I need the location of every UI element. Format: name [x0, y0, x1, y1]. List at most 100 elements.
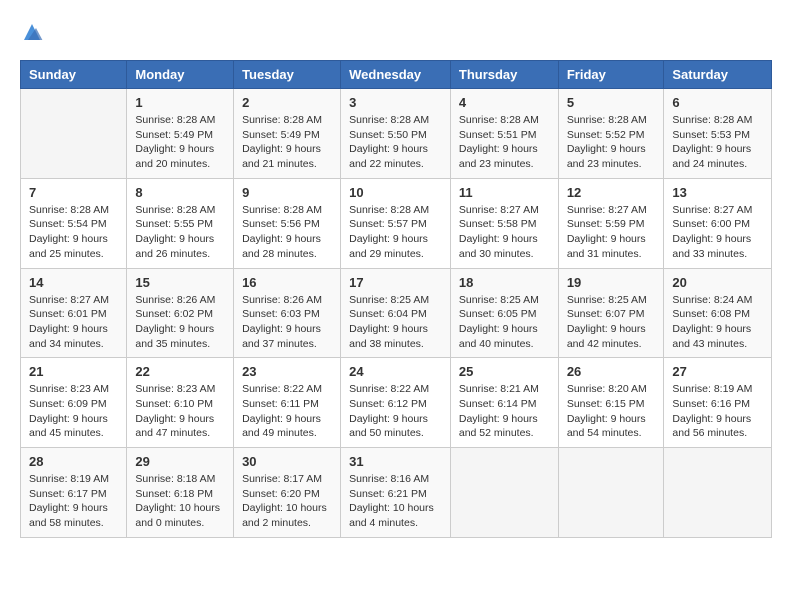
- day-info: Sunrise: 8:18 AMSunset: 6:18 PMDaylight:…: [135, 472, 225, 531]
- calendar-day-cell: 27Sunrise: 8:19 AMSunset: 6:16 PMDayligh…: [664, 358, 772, 448]
- day-info: Sunrise: 8:28 AMSunset: 5:53 PMDaylight:…: [672, 113, 763, 172]
- day-number: 23: [242, 364, 332, 379]
- day-info: Sunrise: 8:28 AMSunset: 5:49 PMDaylight:…: [242, 113, 332, 172]
- day-info: Sunrise: 8:28 AMSunset: 5:52 PMDaylight:…: [567, 113, 656, 172]
- day-number: 11: [459, 185, 550, 200]
- day-info: Sunrise: 8:27 AMSunset: 6:00 PMDaylight:…: [672, 203, 763, 262]
- calendar-day-cell: [558, 448, 664, 538]
- day-info: Sunrise: 8:28 AMSunset: 5:54 PMDaylight:…: [29, 203, 118, 262]
- day-info: Sunrise: 8:28 AMSunset: 5:49 PMDaylight:…: [135, 113, 225, 172]
- calendar-week-row: 7 Sunrise: 8:28 AMSunset: 5:54 PMDaylight…: [21, 178, 772, 268]
- calendar-day-cell: 4Sunrise: 8:28 AMSunset: 5:51 PMDaylight…: [450, 89, 558, 179]
- weekday-header: Monday: [127, 61, 234, 89]
- day-number: 16: [242, 275, 332, 290]
- day-number: 28: [29, 454, 118, 469]
- day-info: Sunrise: 8:20 AMSunset: 6:15 PMDaylight:…: [567, 382, 656, 441]
- day-number: 25: [459, 364, 550, 379]
- calendar-day-cell: 18 Sunrise: 8:25 AMSunset: 6:05 PMDayligh…: [450, 268, 558, 358]
- calendar-week-row: 14 Sunrise: 8:27 AMSunset: 6:01 PMDayligh…: [21, 268, 772, 358]
- header-row: SundayMondayTuesdayWednesdayThursdayFrid…: [21, 61, 772, 89]
- day-number: 26: [567, 364, 656, 379]
- calendar-header: SundayMondayTuesdayWednesdayThursdayFrid…: [21, 61, 772, 89]
- day-number: 6: [672, 95, 763, 110]
- day-info: Sunrise: 8:28 AMSunset: 5:51 PMDaylight:…: [459, 113, 550, 172]
- calendar-day-cell: 31 Sunrise: 8:16 AMSunset: 6:21 PMDayligh…: [341, 448, 451, 538]
- day-number: 10: [349, 185, 442, 200]
- day-info: Sunrise: 8:19 AMSunset: 6:17 PMDaylight:…: [29, 472, 118, 531]
- day-number: 1: [135, 95, 225, 110]
- calendar-body: 1 Sunrise: 8:28 AMSunset: 5:49 PMDaylight…: [21, 89, 772, 538]
- day-info: Sunrise: 8:28 AMSunset: 5:55 PMDaylight:…: [135, 203, 225, 262]
- day-number: 12: [567, 185, 656, 200]
- page-header: [20, 20, 772, 44]
- day-number: 9: [242, 185, 332, 200]
- calendar-day-cell: [21, 89, 127, 179]
- day-info: Sunrise: 8:23 AMSunset: 6:10 PMDaylight:…: [135, 382, 225, 441]
- day-number: 15: [135, 275, 225, 290]
- calendar-day-cell: 10 Sunrise: 8:28 AMSunset: 5:57 PMDayligh…: [341, 178, 451, 268]
- calendar-day-cell: 22 Sunrise: 8:23 AMSunset: 6:10 PMDayligh…: [127, 358, 234, 448]
- calendar-table: SundayMondayTuesdayWednesdayThursdayFrid…: [20, 60, 772, 538]
- calendar-day-cell: 23 Sunrise: 8:22 AMSunset: 6:11 PMDayligh…: [234, 358, 341, 448]
- day-number: 22: [135, 364, 225, 379]
- day-number: 2: [242, 95, 332, 110]
- day-info: Sunrise: 8:27 AMSunset: 5:58 PMDaylight:…: [459, 203, 550, 262]
- calendar-day-cell: 13Sunrise: 8:27 AMSunset: 6:00 PMDayligh…: [664, 178, 772, 268]
- weekday-header: Thursday: [450, 61, 558, 89]
- weekday-header: Tuesday: [234, 61, 341, 89]
- weekday-header: Saturday: [664, 61, 772, 89]
- day-info: Sunrise: 8:27 AMSunset: 6:01 PMDaylight:…: [29, 293, 118, 352]
- day-number: 18: [459, 275, 550, 290]
- calendar-day-cell: 20 Sunrise: 8:24 AMSunset: 6:08 PMDayligh…: [664, 268, 772, 358]
- day-number: 14: [29, 275, 118, 290]
- day-number: 19: [567, 275, 656, 290]
- day-info: Sunrise: 8:25 AMSunset: 6:07 PMDaylight:…: [567, 293, 656, 352]
- calendar-day-cell: 28 Sunrise: 8:19 AMSunset: 6:17 PMDayligh…: [21, 448, 127, 538]
- day-info: Sunrise: 8:27 AMSunset: 5:59 PMDaylight:…: [567, 203, 656, 262]
- day-number: 30: [242, 454, 332, 469]
- calendar-day-cell: 24 Sunrise: 8:22 AMSunset: 6:12 PMDayligh…: [341, 358, 451, 448]
- day-number: 21: [29, 364, 118, 379]
- day-number: 24: [349, 364, 442, 379]
- day-info: Sunrise: 8:22 AMSunset: 6:12 PMDaylight:…: [349, 382, 442, 441]
- calendar-day-cell: 3 Sunrise: 8:28 AMSunset: 5:50 PMDaylight…: [341, 89, 451, 179]
- calendar-day-cell: 17Sunrise: 8:25 AMSunset: 6:04 PMDayligh…: [341, 268, 451, 358]
- day-number: 7: [29, 185, 118, 200]
- calendar-day-cell: 14 Sunrise: 8:27 AMSunset: 6:01 PMDayligh…: [21, 268, 127, 358]
- day-info: Sunrise: 8:24 AMSunset: 6:08 PMDaylight:…: [672, 293, 763, 352]
- day-info: Sunrise: 8:25 AMSunset: 6:04 PMDaylight:…: [349, 293, 442, 352]
- calendar-week-row: 28 Sunrise: 8:19 AMSunset: 6:17 PMDayligh…: [21, 448, 772, 538]
- day-info: Sunrise: 8:26 AMSunset: 6:02 PMDaylight:…: [135, 293, 225, 352]
- day-info: Sunrise: 8:28 AMSunset: 5:50 PMDaylight:…: [349, 113, 442, 172]
- weekday-header: Wednesday: [341, 61, 451, 89]
- day-info: Sunrise: 8:22 AMSunset: 6:11 PMDaylight:…: [242, 382, 332, 441]
- day-info: Sunrise: 8:25 AMSunset: 6:05 PMDaylight:…: [459, 293, 550, 352]
- day-info: Sunrise: 8:16 AMSunset: 6:21 PMDaylight:…: [349, 472, 442, 531]
- day-number: 5: [567, 95, 656, 110]
- day-number: 31: [349, 454, 442, 469]
- day-info: Sunrise: 8:28 AMSunset: 5:57 PMDaylight:…: [349, 203, 442, 262]
- day-info: Sunrise: 8:28 AMSunset: 5:56 PMDaylight:…: [242, 203, 332, 262]
- day-number: 29: [135, 454, 225, 469]
- calendar-day-cell: 12 Sunrise: 8:27 AMSunset: 5:59 PMDayligh…: [558, 178, 664, 268]
- day-info: Sunrise: 8:17 AMSunset: 6:20 PMDaylight:…: [242, 472, 332, 531]
- logo-icon: [20, 20, 44, 44]
- calendar-day-cell: 26 Sunrise: 8:20 AMSunset: 6:15 PMDayligh…: [558, 358, 664, 448]
- day-number: 20: [672, 275, 763, 290]
- day-number: 3: [349, 95, 442, 110]
- calendar-day-cell: 1 Sunrise: 8:28 AMSunset: 5:49 PMDaylight…: [127, 89, 234, 179]
- calendar-day-cell: 16Sunrise: 8:26 AMSunset: 6:03 PMDayligh…: [234, 268, 341, 358]
- calendar-day-cell: 19 Sunrise: 8:25 AMSunset: 6:07 PMDayligh…: [558, 268, 664, 358]
- calendar-day-cell: [664, 448, 772, 538]
- calendar-day-cell: 30 Sunrise: 8:17 AMSunset: 6:20 PMDayligh…: [234, 448, 341, 538]
- calendar-day-cell: 21 Sunrise: 8:23 AMSunset: 6:09 PMDayligh…: [21, 358, 127, 448]
- calendar-day-cell: 15 Sunrise: 8:26 AMSunset: 6:02 PMDayligh…: [127, 268, 234, 358]
- weekday-header: Friday: [558, 61, 664, 89]
- calendar-day-cell: 11 Sunrise: 8:27 AMSunset: 5:58 PMDayligh…: [450, 178, 558, 268]
- weekday-header: Sunday: [21, 61, 127, 89]
- calendar-day-cell: 29 Sunrise: 8:18 AMSunset: 6:18 PMDayligh…: [127, 448, 234, 538]
- logo: [20, 20, 48, 44]
- calendar-day-cell: 8Sunrise: 8:28 AMSunset: 5:55 PMDaylight…: [127, 178, 234, 268]
- calendar-day-cell: 2 Sunrise: 8:28 AMSunset: 5:49 PMDaylight…: [234, 89, 341, 179]
- day-info: Sunrise: 8:23 AMSunset: 6:09 PMDaylight:…: [29, 382, 118, 441]
